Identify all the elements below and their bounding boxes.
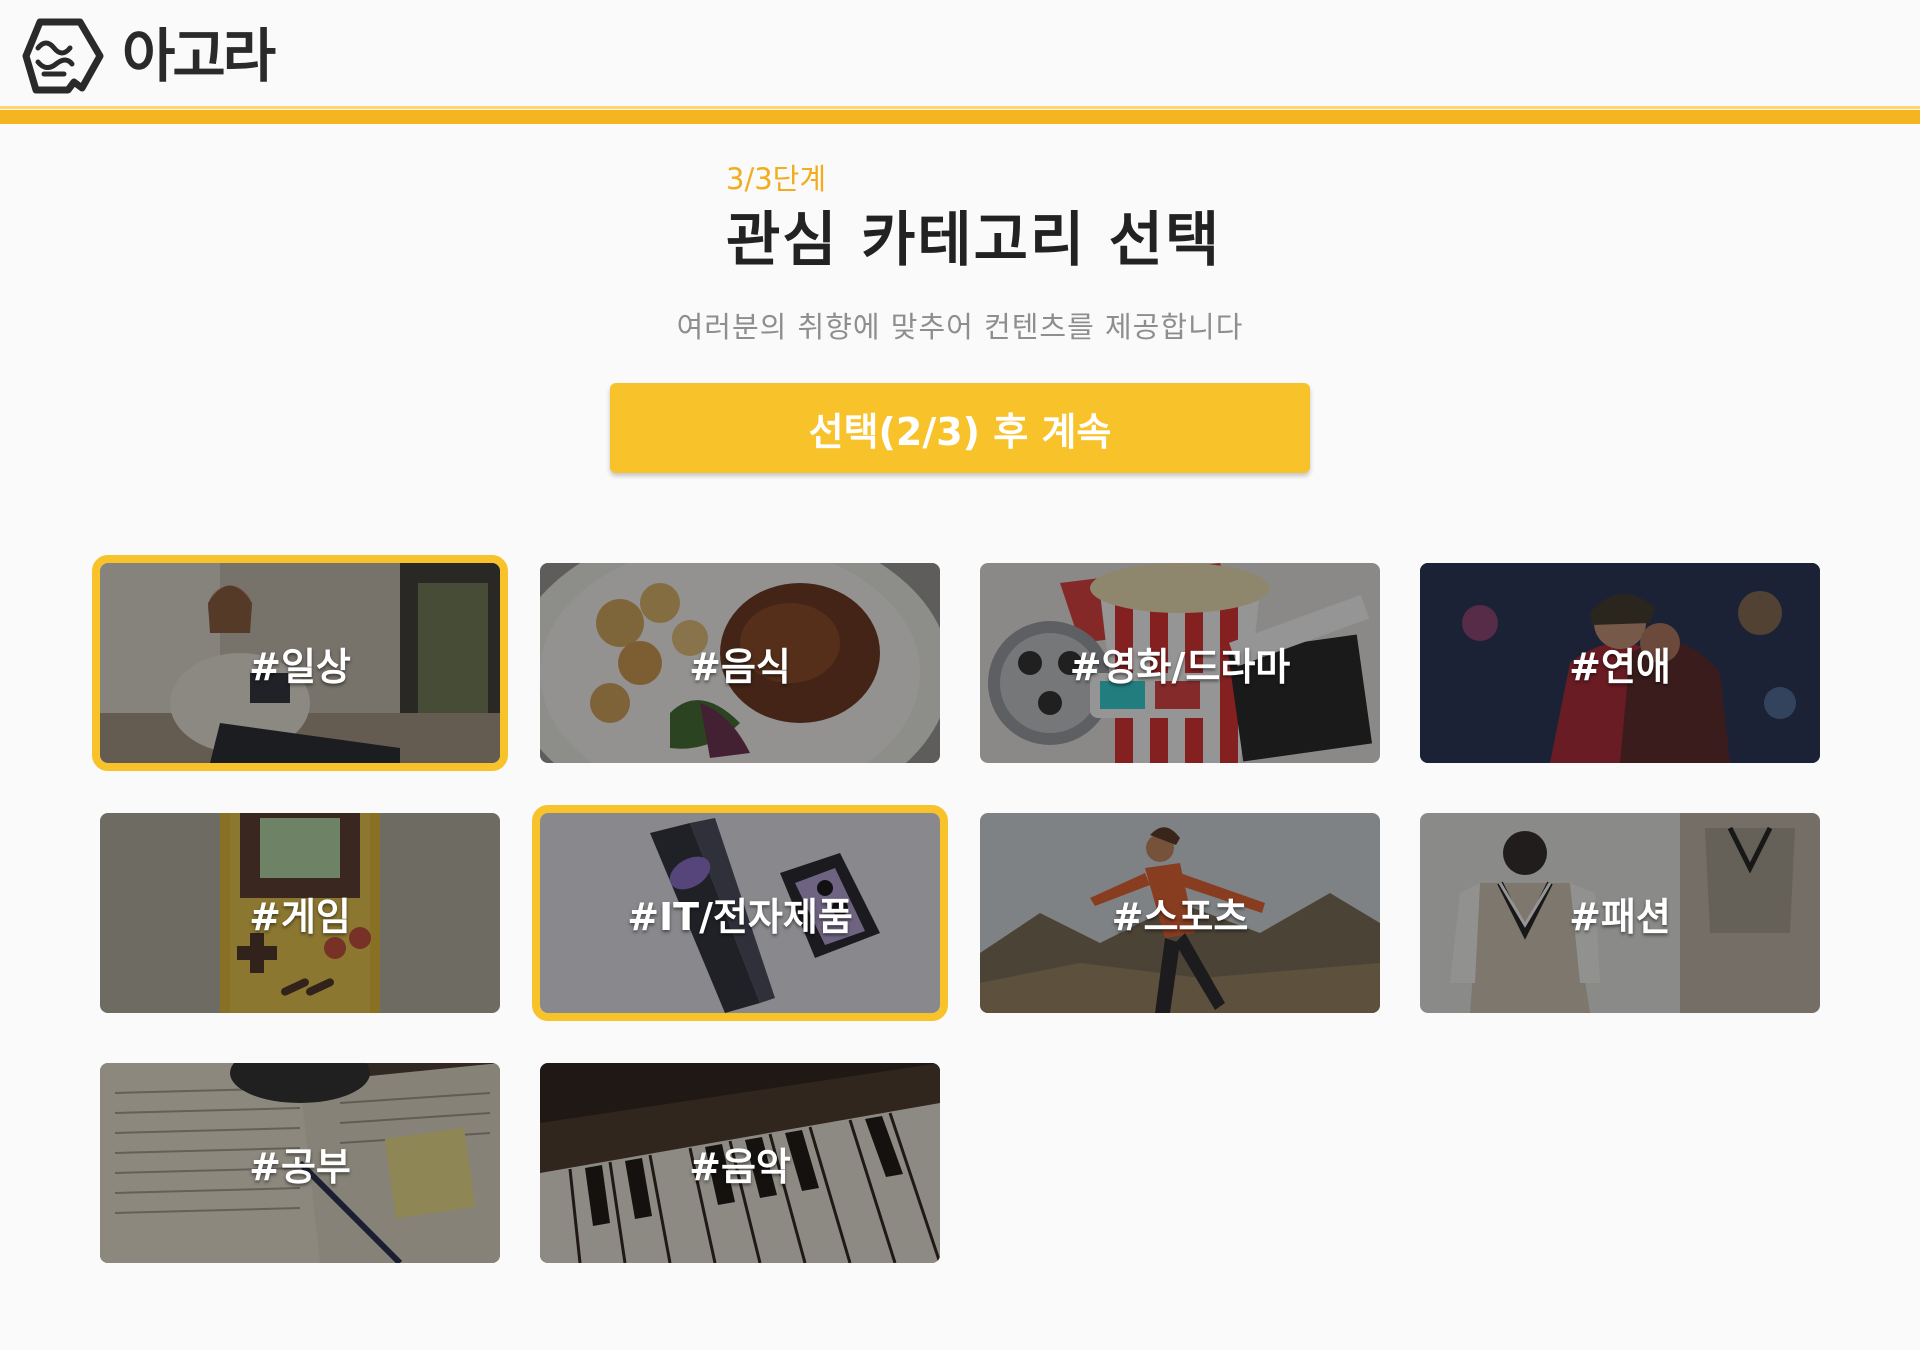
category-card-study[interactable]: #공부 xyxy=(100,1063,500,1263)
category-card-daily-life[interactable]: #일상 xyxy=(92,555,508,771)
page-subtitle: 여러분의 취향에 맞추어 컨텐츠를 제공합니다 xyxy=(676,310,1244,344)
brand-logo[interactable]: 아고라 xyxy=(22,18,276,94)
category-label: #일상 xyxy=(249,644,351,689)
category-card-romance[interactable]: #연애 xyxy=(1420,563,1820,763)
category-label: #음악 xyxy=(689,1144,791,1189)
category-label: #패션 xyxy=(1569,894,1671,939)
header-accent-line xyxy=(0,106,1920,109)
category-label: #게임 xyxy=(249,894,351,939)
continue-button[interactable]: 선택(2/3) 후 계속 xyxy=(610,383,1310,473)
category-card-fashion[interactable]: #패션 xyxy=(1420,813,1820,1013)
category-card-it-electronics[interactable]: #IT/전자제품 xyxy=(532,805,948,1021)
category-label: #음식 xyxy=(689,644,791,689)
agora-speech-bubble-icon xyxy=(22,18,104,94)
category-grid: #일상 #음식 #영화/드라마 #연애 #게임 #IT/전자제품 #스포츠 #패… xyxy=(92,555,1820,1263)
top-header: 아고라 xyxy=(0,0,1920,124)
category-card-food[interactable]: #음식 xyxy=(540,563,940,763)
brand-name: 아고라 xyxy=(122,22,276,90)
category-label: #영화/드라마 xyxy=(1069,644,1291,689)
category-card-sports[interactable]: #스포츠 xyxy=(980,813,1380,1013)
category-label: #공부 xyxy=(249,1144,351,1189)
category-label: #연애 xyxy=(1569,644,1671,689)
page-title: 관심 카테고리 선택 xyxy=(726,205,1222,274)
category-label: #IT/전자제품 xyxy=(627,894,853,939)
category-card-music[interactable]: #음악 xyxy=(540,1063,940,1263)
category-label: #스포츠 xyxy=(1111,894,1249,939)
category-card-movie-drama[interactable]: #영화/드라마 xyxy=(980,563,1380,763)
category-card-game[interactable]: #게임 xyxy=(100,813,500,1013)
